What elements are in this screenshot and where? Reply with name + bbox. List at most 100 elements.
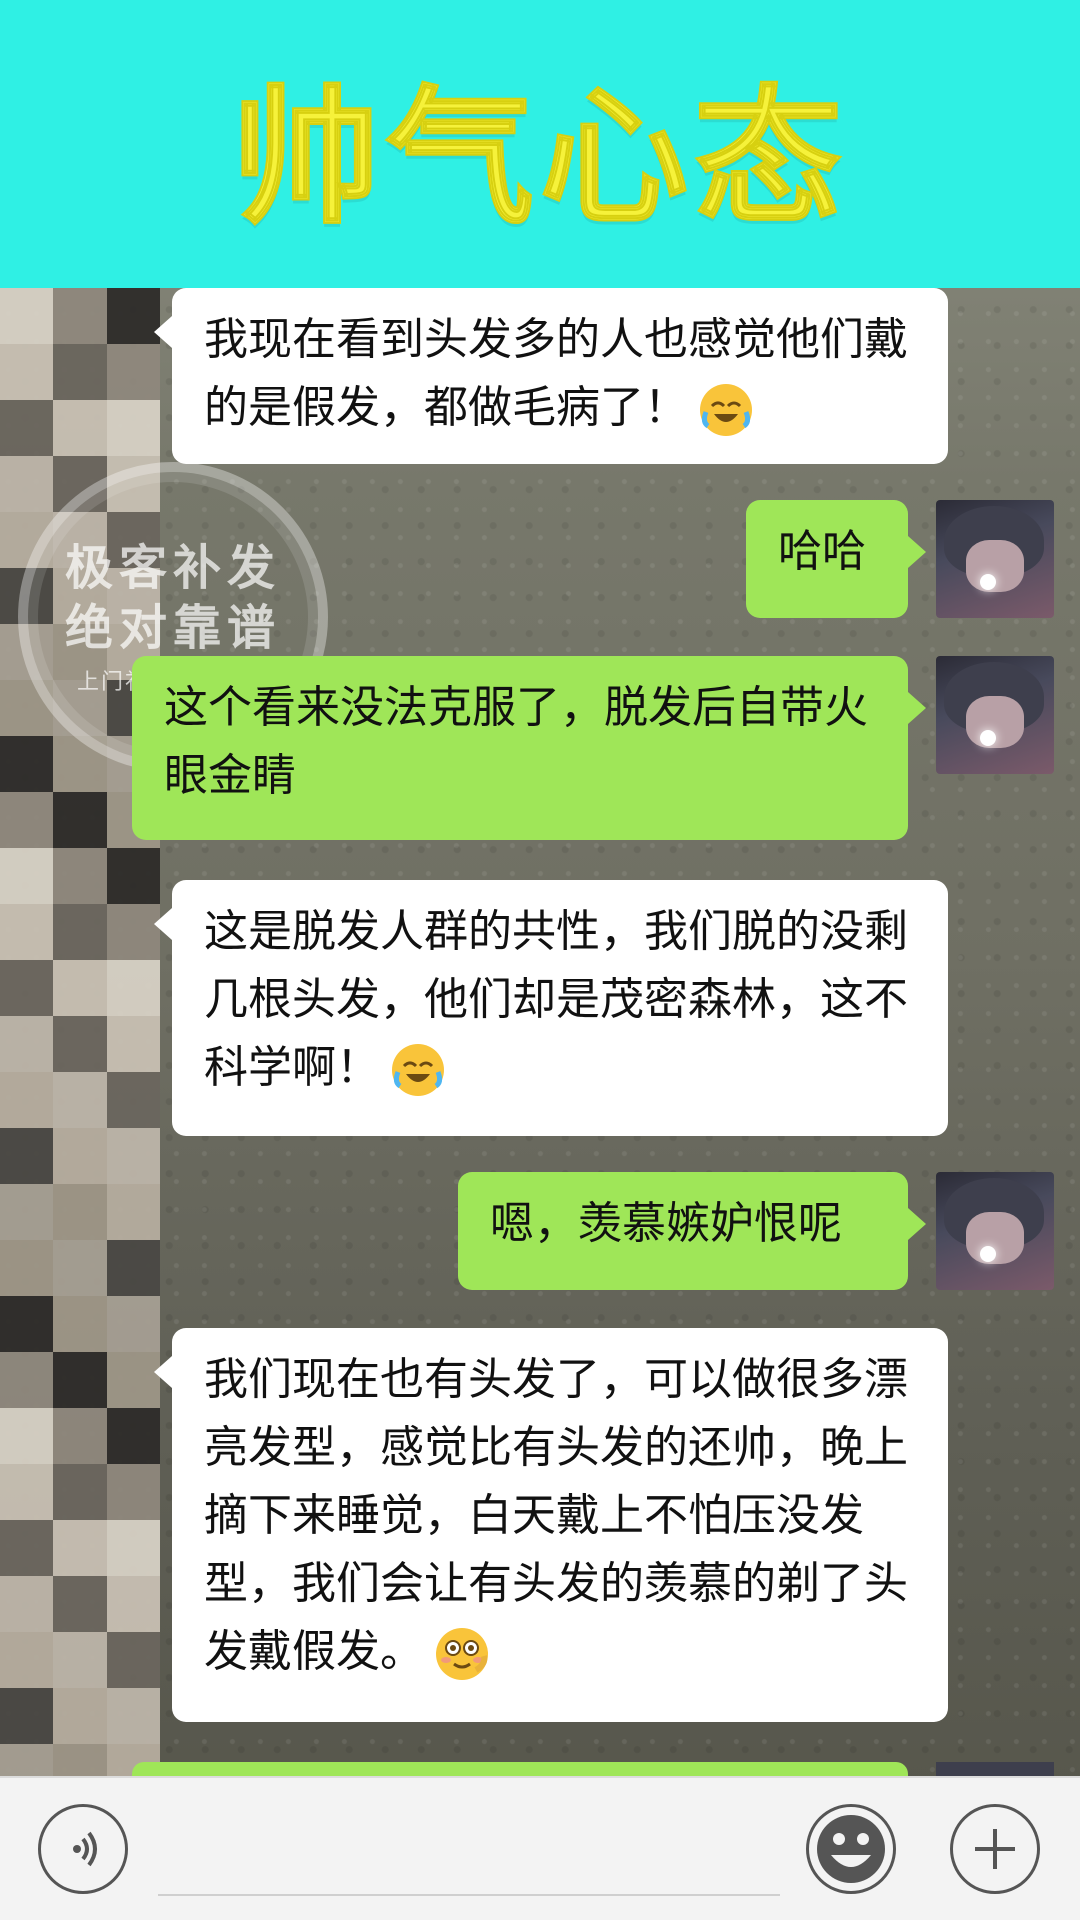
pixel-block — [53, 736, 107, 792]
pixel-block — [0, 288, 54, 344]
pixel-block — [106, 288, 160, 344]
pixel-block — [53, 1352, 107, 1408]
pixel-block — [106, 904, 160, 960]
message-bubble-outgoing[interactable]: 这个看来没法克服了，脱发后自带火眼金睛 — [132, 656, 926, 840]
laughing-crying-emoji-icon — [392, 1044, 444, 1096]
pixel-block — [0, 1408, 54, 1464]
message-text: 这个看来没法克服了，脱发后自带火眼金睛 — [164, 682, 868, 801]
smile-icon — [817, 1815, 885, 1883]
pixel-block — [0, 1296, 54, 1352]
pixel-block — [106, 1688, 160, 1744]
message-bubble-outgoing-partial[interactable] — [132, 1762, 908, 1776]
pixel-block — [106, 848, 160, 904]
pixel-block — [0, 1128, 54, 1184]
pixel-block — [53, 1128, 107, 1184]
pixel-block — [53, 400, 107, 456]
pixel-block — [106, 1296, 160, 1352]
pixel-block — [0, 904, 54, 960]
voice-icon — [73, 1831, 97, 1867]
pixel-block — [0, 400, 54, 456]
pixel-block — [106, 512, 160, 568]
pixel-block — [106, 1352, 160, 1408]
message-bubble-incoming[interactable]: 这是脱发人群的共性，我们脱的没剩几根头发，他们却是茂密森林，这不科学啊！ — [154, 880, 948, 1136]
chat-input-bar — [0, 1776, 1080, 1920]
pixel-block — [53, 680, 107, 736]
emoji-button[interactable] — [806, 1804, 896, 1894]
pixel-block — [53, 1632, 107, 1688]
message-text: 嗯，羡慕嫉妒恨呢 — [490, 1198, 842, 1249]
message-text: 我们现在也有头发了，可以做很多漂亮发型，感觉比有头发的还帅，晚上摘下来睡觉，白天… — [204, 1354, 908, 1677]
pixel-block — [0, 568, 54, 624]
pixel-block — [53, 904, 107, 960]
message-text: 哈哈 — [778, 526, 866, 577]
voice-button[interactable] — [38, 1804, 128, 1894]
pixel-block — [106, 1184, 160, 1240]
pixel-block — [106, 1128, 160, 1184]
pixel-block — [53, 1464, 107, 1520]
plus-icon — [975, 1829, 1015, 1869]
page-title: 帅气心态 — [231, 71, 848, 245]
pixel-block — [0, 1240, 54, 1296]
pixel-block — [53, 1184, 107, 1240]
pixel-block — [53, 848, 107, 904]
pixel-block — [106, 400, 160, 456]
pixel-block — [106, 568, 160, 624]
avatar[interactable] — [936, 1172, 1054, 1290]
pixel-block — [0, 344, 54, 400]
pixel-block — [0, 792, 54, 848]
pixel-block — [53, 568, 107, 624]
pixel-block — [53, 1408, 107, 1464]
pixel-block — [0, 1352, 54, 1408]
flushed-smile-emoji-icon — [436, 1628, 488, 1680]
pixel-block — [53, 1576, 107, 1632]
message-bubble-outgoing[interactable]: 嗯，羡慕嫉妒恨呢 — [458, 1172, 926, 1290]
pixel-block — [0, 1688, 54, 1744]
pixel-block — [0, 456, 54, 512]
message-text: 这是脱发人群的共性，我们脱的没剩几根头发，他们却是茂密森林，这不科学啊！ — [204, 906, 908, 1093]
pixel-block — [53, 344, 107, 400]
pixel-block — [53, 624, 107, 680]
pixelated-avatar-strip — [0, 288, 160, 1800]
pixel-block — [0, 736, 54, 792]
pixel-block — [53, 792, 107, 848]
pixel-block — [53, 512, 107, 568]
avatar-partial[interactable] — [936, 1762, 1054, 1776]
plus-button[interactable] — [950, 1804, 1040, 1894]
header-banner: 帅气心态 — [0, 0, 1080, 288]
pixel-block — [106, 1016, 160, 1072]
message-input[interactable] — [158, 1894, 780, 1896]
pixel-block — [106, 456, 160, 512]
pixel-block — [106, 1072, 160, 1128]
pixel-block — [53, 1296, 107, 1352]
pixel-block — [0, 1576, 54, 1632]
pixel-block — [106, 1576, 160, 1632]
avatar[interactable] — [936, 500, 1054, 618]
pixel-block — [106, 1240, 160, 1296]
message-bubble-outgoing[interactable]: 哈哈 — [746, 500, 926, 618]
pixel-block — [0, 680, 54, 736]
message-text: 我现在看到头发多的人也感觉他们戴的是假发，都做毛病了！ — [204, 314, 908, 433]
pixel-block — [106, 1520, 160, 1576]
pixel-block — [53, 456, 107, 512]
pixel-block — [0, 512, 54, 568]
pixel-block — [0, 1632, 54, 1688]
avatar[interactable] — [936, 656, 1054, 774]
pixel-block — [53, 288, 107, 344]
pixel-block — [106, 960, 160, 1016]
pixel-block — [53, 1240, 107, 1296]
pixel-block — [0, 1464, 54, 1520]
message-bubble-incoming[interactable]: 我们现在也有头发了，可以做很多漂亮发型，感觉比有头发的还帅，晚上摘下来睡觉，白天… — [154, 1328, 948, 1722]
pixel-block — [53, 1520, 107, 1576]
laughing-crying-emoji-icon — [700, 384, 752, 436]
pixel-block — [0, 848, 54, 904]
pixel-block — [53, 1688, 107, 1744]
message-bubble-incoming[interactable]: 我现在看到头发多的人也感觉他们戴的是假发，都做毛病了！ — [154, 288, 948, 464]
pixel-block — [106, 1464, 160, 1520]
pixel-block — [106, 344, 160, 400]
pixel-block — [0, 1072, 54, 1128]
pixel-block — [0, 960, 54, 1016]
pixel-block — [53, 1016, 107, 1072]
chat-screen: 帅气心态 极客补发 绝对靠谱 上门补发快乐到家 我现在看到头发多的人也感觉他们戴… — [0, 0, 1080, 1920]
pixel-block — [0, 1184, 54, 1240]
pixel-block — [0, 624, 54, 680]
